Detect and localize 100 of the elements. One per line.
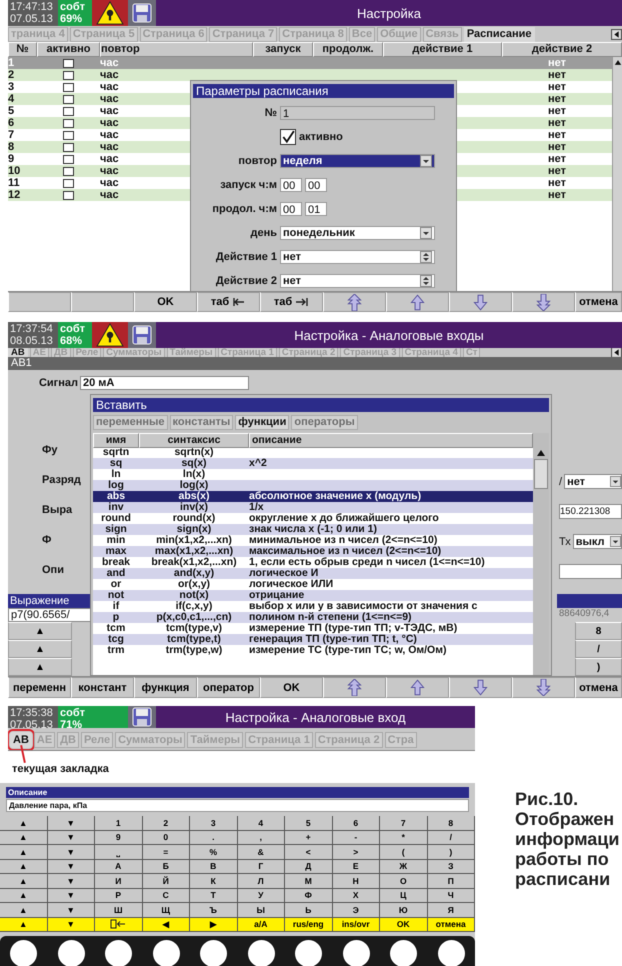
table-cell-text: if(c,x,y) xyxy=(176,601,212,612)
table-cell-text: абсолютное значение х (модуль) xyxy=(249,491,422,502)
table-cell-text: and(x,y) xyxy=(174,568,214,580)
table-cell-text: sq xyxy=(110,458,122,470)
table-cell-text: минимальное из n чисел (2<=n<=10) xyxy=(249,535,438,546)
table-cell-text: sign(x) xyxy=(176,524,212,536)
field-label: Ф xyxy=(41,534,52,546)
table-cell-text: измерение ТС (type-тип ТС; w, Ом/Ом) xyxy=(249,645,448,656)
column-header: действие 2 xyxy=(502,42,622,57)
table-cell-text: max xyxy=(105,546,126,558)
percent-text: 69% xyxy=(60,13,84,25)
field-label: день xyxy=(249,227,277,239)
table-cell-text: break(x1,x2,...xn) xyxy=(150,557,238,568)
table-cell: час xyxy=(100,57,119,69)
field-label: продол. ч:м xyxy=(211,203,277,215)
table-cell-text: inv(x) xyxy=(180,502,208,514)
table-cell-text: break xyxy=(100,557,132,568)
column-header: активно xyxy=(37,42,100,57)
table-cell-text: min(x1,x2,...xn) xyxy=(156,535,232,546)
column-header: синтаксис xyxy=(139,433,249,448)
table-cell: нет xyxy=(548,189,566,201)
table-cell-text: trm(type,w) xyxy=(164,645,224,656)
field-label: Действие 2 xyxy=(214,275,277,287)
table-cell-text: sqrtn xyxy=(102,447,130,458)
table-cell-text: inv xyxy=(108,502,124,514)
table-cell-text: отрицание xyxy=(249,590,306,602)
table-cell-text: x^2 xyxy=(249,458,268,470)
dropdown-value: неделя xyxy=(283,154,322,168)
field-label: Опи xyxy=(41,564,65,576)
table-cell-text: tcm xyxy=(106,623,126,634)
field-label: Сигнал xyxy=(38,377,79,390)
table-cell-text: генерация ТП (type-тип ТП; t, °С) xyxy=(249,634,417,646)
table-cell: нет xyxy=(548,69,566,81)
table-cell-text: or xyxy=(110,579,122,590)
table-cell-text: максимальное из n чисел (2<=n<=10) xyxy=(249,546,442,558)
window-title: Настройка - Аналоговые вход xyxy=(224,708,407,727)
table-cell: час xyxy=(100,141,119,153)
field-label: / xyxy=(559,476,562,488)
table-cell-text: 1/x xyxy=(249,502,265,514)
field-label: запуск ч:м xyxy=(219,179,277,191)
mode-text: собт xyxy=(60,707,86,719)
table-cell-text: знак числа х (-1; 0 или 1) xyxy=(249,524,378,536)
field-label: повтор xyxy=(237,155,277,167)
table-cell-text: abs(x) xyxy=(178,491,210,502)
table-cell: нет xyxy=(548,153,566,165)
table-cell: 1 xyxy=(8,57,14,69)
field-label: Действие 1 xyxy=(214,251,277,263)
table-cell: 8 xyxy=(8,141,14,153)
table-cell: час xyxy=(100,117,119,129)
percent-text: 71% xyxy=(60,719,84,731)
table-cell-text: not xyxy=(106,590,126,602)
field-label: Выра xyxy=(41,504,74,516)
table-cell: нет xyxy=(548,141,566,153)
percent-text: 68% xyxy=(60,335,84,347)
table-cell: 3 xyxy=(8,81,14,93)
table-cell-text: if xyxy=(112,601,120,612)
checkbox-label: активно xyxy=(299,131,343,143)
table-cell-text: измерение ТП (type-тип ТП; v-ТЭДС, мВ) xyxy=(249,623,458,634)
dropdown-value: выкл xyxy=(576,536,605,548)
table-cell-text: логическое И xyxy=(249,568,318,580)
table-cell-text: max(x1,x2,...xn) xyxy=(154,546,234,558)
field-label: Фу xyxy=(41,444,59,456)
table-cell-text: round xyxy=(100,513,132,524)
field-label: № xyxy=(264,107,277,119)
table-cell: нет xyxy=(548,105,566,117)
column-header: продолж. xyxy=(313,42,383,57)
table-cell-text: log(x) xyxy=(180,480,208,492)
table-cell-text: or(x,y) xyxy=(178,579,210,590)
column-header: действие 1 xyxy=(383,42,502,57)
table-cell: нет xyxy=(548,57,566,69)
dropdown-value: нет xyxy=(283,250,302,264)
figure-caption: Рис.10. Отображен информаци работы по расписани xyxy=(515,789,620,891)
field-label: Разряд xyxy=(41,474,82,486)
dialog-title: Параметры расписания xyxy=(193,84,454,98)
table-cell: нет xyxy=(548,165,566,177)
date-text: 07.05.13 xyxy=(10,13,54,25)
table-cell-text: sqrtn(x) xyxy=(173,447,215,458)
table-cell: 5 xyxy=(8,105,14,117)
column-header: запуск xyxy=(253,42,313,57)
table-cell: нет xyxy=(548,177,566,189)
table-cell-text: полином n-й степени (1<=n<=9) xyxy=(249,612,413,624)
field-label: Тх xyxy=(559,536,571,548)
mode-text: собт xyxy=(60,323,86,335)
dropdown-value: нет xyxy=(283,274,302,288)
table-cell-text: округление х до ближайшего целого xyxy=(249,513,440,524)
time-text: 17:37:54 xyxy=(10,323,54,335)
date-text: 07.05.13 xyxy=(10,719,54,731)
table-cell: 12 xyxy=(8,189,20,201)
table-cell: час xyxy=(100,105,119,117)
table-cell-text: 1, если есть обрыв среди n чисел (1<=n<=10) xyxy=(249,557,486,568)
table-cell: час xyxy=(100,177,119,189)
date-text: 08.05.13 xyxy=(10,335,54,347)
table-cell-text: p xyxy=(112,612,120,624)
field-title: Описание xyxy=(6,787,469,798)
table-cell-text: round(x) xyxy=(172,513,216,524)
table-cell: 4 xyxy=(8,93,14,105)
table-cell: час xyxy=(100,69,119,81)
table-cell: 9 xyxy=(8,153,14,165)
dropdown-value: понедельник xyxy=(283,226,355,240)
table-cell-text: not(x) xyxy=(179,590,209,602)
